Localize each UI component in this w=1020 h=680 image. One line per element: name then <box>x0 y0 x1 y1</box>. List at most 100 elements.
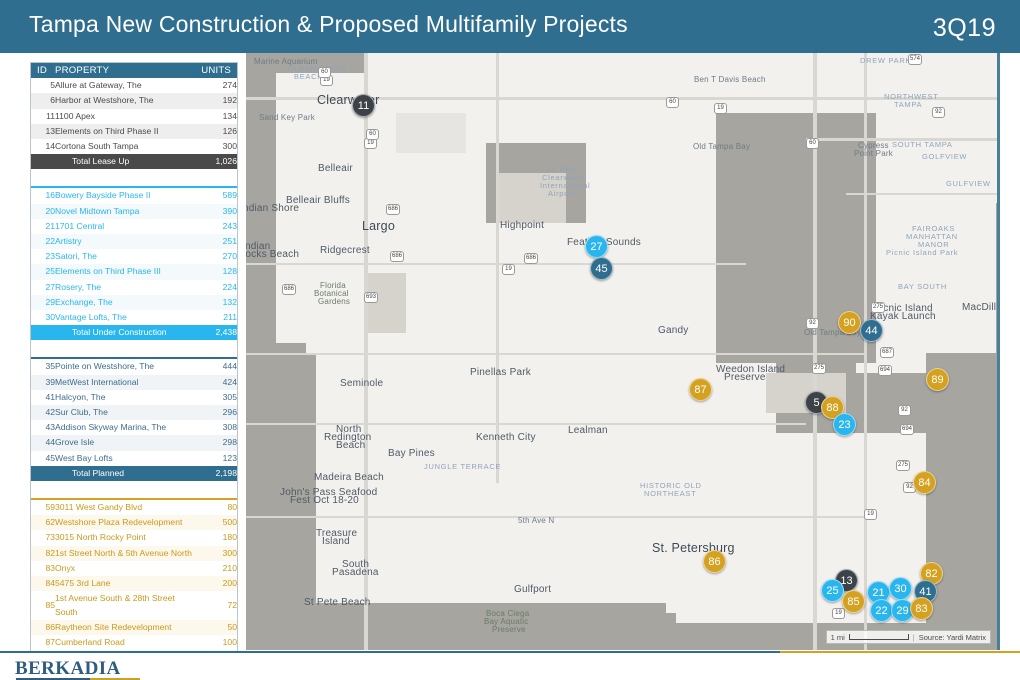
table-row[interactable]: 11 1100 Apex 134 <box>31 109 237 124</box>
row-property: Halcyon, The <box>55 391 106 402</box>
row-property: Pointe on Westshore, The <box>55 361 155 372</box>
report-page: Tampa New Construction & Proposed Multif… <box>0 0 1020 680</box>
row-id: 20 <box>31 203 55 219</box>
table-row[interactable]: 6 Harbor at Westshore, The 192 <box>31 93 237 109</box>
table-row[interactable]: 85 1st Avenue South & 28th Street South 72 <box>31 591 237 619</box>
table-row[interactable]: 84 5475 3rd Lane 200 <box>31 576 237 592</box>
table-row[interactable]: 44 Grove Isle 298 <box>31 435 237 451</box>
map-label: Preserve <box>724 372 766 383</box>
table-row[interactable]: 73 3015 North Rocky Point 180 <box>31 530 237 545</box>
map-marker-22[interactable]: 22 <box>870 599 893 622</box>
table-row[interactable]: 42 Sur Club, The 296 <box>31 405 237 421</box>
map-marker-89[interactable]: 89 <box>926 368 949 391</box>
map-label: Belleair <box>318 163 353 174</box>
map-marker-45[interactable]: 45 <box>590 257 613 280</box>
route-shield: 60 <box>666 97 679 108</box>
map-marker-44[interactable]: 44 <box>860 319 883 342</box>
map-marker-86[interactable]: 86 <box>703 550 726 573</box>
map-marker-11[interactable]: 11 <box>352 94 375 117</box>
row-units: 200 <box>193 576 237 592</box>
route-shield: 686 <box>282 284 297 295</box>
map-marker-87[interactable]: 87 <box>689 378 712 401</box>
table-row[interactable]: 13 Elements on Third Phase II 126 <box>31 123 237 140</box>
table-row[interactable]: 86 Raytheon Site Redevelopment 50 <box>31 619 237 635</box>
map-label: Picnic Island Park <box>886 248 959 257</box>
row-units: 134 <box>222 110 237 121</box>
map-label: Old Tampa Bay <box>693 142 751 151</box>
map-marker-85[interactable]: 85 <box>842 590 865 613</box>
total-spacer <box>31 154 55 170</box>
map-label: 5th Ave N <box>518 516 555 525</box>
row-units: 308 <box>222 422 237 433</box>
row-property: West Bay Lofts <box>55 452 113 463</box>
table-row[interactable]: 82 1st Street North & 5th Avenue North 300 <box>31 545 237 561</box>
table-row[interactable]: 29 Exchange, The 132 <box>31 294 237 311</box>
logo-text: BERKADIA <box>15 658 121 679</box>
map-marker-23[interactable]: 23 <box>833 413 856 436</box>
table-row[interactable]: 23 Satori, The 270 <box>31 249 237 264</box>
page-title: Tampa New Construction & Proposed Multif… <box>29 11 628 37</box>
map-label: MacDill AFB <box>962 302 997 313</box>
map-label: Ridgecrest <box>320 245 370 256</box>
row-id: 41 <box>45 391 55 402</box>
table-total-row: Total Planned 2,198 <box>31 465 237 482</box>
map-marker-90[interactable]: 90 <box>838 311 861 334</box>
row-units: 100 <box>222 636 237 647</box>
row-units: 444 <box>222 361 237 372</box>
row-id: 23 <box>45 251 55 262</box>
row-id: 27 <box>45 281 55 292</box>
table-row[interactable]: 43 Addison Skyway Marina, The 308 <box>31 420 237 435</box>
row-property: Allure at Gateway, The <box>55 80 142 91</box>
table-row[interactable]: 30 Vantage Lofts, The 211 <box>31 310 237 325</box>
table-row[interactable]: 41 Halcyon, The 305 <box>31 390 237 405</box>
row-property: Harbor at Westshore, The <box>55 93 193 109</box>
table-header: ID PROPERTY UNITS <box>31 63 237 79</box>
table-row[interactable]: 16 Bowery Bayside Phase II 589 <box>31 188 237 203</box>
table-row[interactable]: 83 Onyx 210 <box>31 561 237 576</box>
table-row[interactable]: 14 Cortona South Tampa 300 <box>31 139 237 154</box>
row-property: 1st Street North & 5th Avenue North <box>55 545 193 561</box>
row-units: 123 <box>222 452 237 463</box>
map-marker-25[interactable]: 25 <box>821 579 844 602</box>
map-label: Madeira Beach <box>314 472 384 483</box>
table-row[interactable]: 59 3011 West Gandy Blvd 80 <box>31 500 237 515</box>
total-label: Total Lease Up <box>55 154 193 170</box>
table-total-row: Total Under Construction 2,438 <box>31 325 237 341</box>
row-id: 87 <box>45 636 55 647</box>
row-units: 211 <box>223 312 237 323</box>
table-row[interactable]: 22 Artistry 251 <box>31 234 237 250</box>
map-label: GOLFVIEW <box>922 152 968 161</box>
map-canvas[interactable]: {} Ben T Davis BeachNORTHWESTTAMPADREW P… <box>246 53 1000 650</box>
route-shield: 19 <box>832 608 845 619</box>
table-row[interactable]: 21 1701 Central 243 <box>31 219 237 234</box>
row-property: 5475 3rd Lane <box>55 576 193 592</box>
total-label: Total Planned <box>55 465 193 482</box>
row-id: 83 <box>45 562 55 573</box>
table-row[interactable]: 45 West Bay Lofts 123 <box>31 451 237 466</box>
table-row[interactable]: 62 Westshore Plaza Redevelopment 500 <box>31 515 237 531</box>
table-row[interactable]: 25 Elements on Third Phase III 128 <box>31 264 237 280</box>
table-row[interactable]: 35 Pointe on Westshore, The 444 <box>31 359 237 374</box>
quarter-label: 3Q19 <box>932 14 996 42</box>
row-property: Addison Skyway Marina, The <box>55 422 167 433</box>
map-marker-30[interactable]: 30 <box>889 577 912 600</box>
row-id: 14 <box>45 141 55 152</box>
scale-separator: | <box>912 632 915 642</box>
map-marker-27[interactable]: 27 <box>585 235 608 258</box>
table-row[interactable]: 5 Allure at Gateway, The 274 <box>31 78 237 93</box>
total-units: 2,198 <box>193 465 237 482</box>
table-row[interactable]: 20 Novel Midtown Tampa 390 <box>31 203 237 219</box>
map-label: Ben T Davis Beach <box>694 75 766 84</box>
map-marker-84[interactable]: 84 <box>913 471 936 494</box>
table-row[interactable]: 39 MetWest International 424 <box>31 374 237 390</box>
map-label: SOUTH TAMPA <box>892 140 953 149</box>
row-units: 270 <box>222 251 237 262</box>
section-gap <box>31 340 237 358</box>
table-row[interactable]: 27 Rosery, The 224 <box>31 280 237 295</box>
berkadia-logo: BERKADIA <box>15 658 140 680</box>
row-id: 21 <box>45 220 55 231</box>
row-id: 5 <box>50 80 55 91</box>
row-property: Sur Club, The <box>55 405 193 421</box>
table-row[interactable]: 87 Cumberland Road 100 <box>31 635 237 650</box>
map-marker-83[interactable]: 83 <box>910 597 933 620</box>
